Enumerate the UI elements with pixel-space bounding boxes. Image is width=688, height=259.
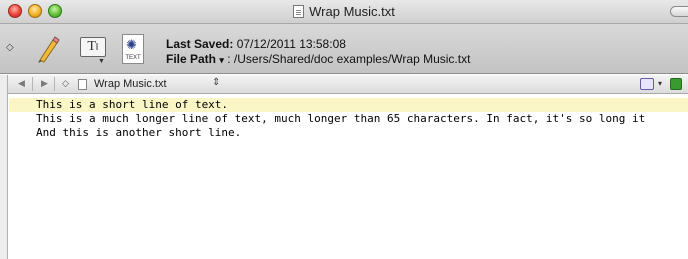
navigation-bar: ◀ ▶ ◇ Wrap Music.txt ⇕ ▾ bbox=[8, 75, 688, 94]
title-bar: Wrap Music.txt bbox=[0, 0, 688, 24]
file-path-row: File Path ▾ : /Users/Shared/doc examples… bbox=[166, 52, 470, 68]
editor-line-3[interactable]: And this is another short line. bbox=[9, 126, 688, 140]
nav-divider bbox=[54, 77, 55, 91]
text-file-icon[interactable]: ✺ TEXT bbox=[122, 34, 144, 64]
nav-file-name[interactable]: Wrap Music.txt bbox=[94, 78, 167, 90]
last-saved-value: 07/12/2011 13:58:08 bbox=[236, 37, 346, 51]
back-button[interactable]: ◀ bbox=[18, 78, 25, 89]
editor-line-1[interactable]: This is a short line of text. bbox=[9, 98, 688, 112]
pencil-icon[interactable] bbox=[34, 34, 60, 64]
toolbar-toggle-button[interactable] bbox=[670, 6, 688, 17]
text-format-glyph: T bbox=[87, 39, 96, 54]
file-path-caret[interactable]: ▾ bbox=[219, 55, 224, 65]
last-saved-row: Last Saved: 07/12/2011 13:58:08 bbox=[166, 37, 470, 52]
document-icon bbox=[293, 5, 305, 18]
text-editor[interactable]: This is a short line of text. This is a … bbox=[9, 94, 688, 259]
nav-divider bbox=[32, 77, 33, 91]
bookmark-dropdown-icon[interactable]: ▾ bbox=[658, 79, 662, 88]
file-path-value: : /Users/Shared/doc examples/Wrap Music.… bbox=[227, 52, 471, 66]
file-meta: Last Saved: 07/12/2011 13:58:08 File Pat… bbox=[166, 37, 470, 68]
left-gutter bbox=[0, 75, 8, 259]
gear-icon: ✺ bbox=[126, 37, 137, 52]
forward-button[interactable]: ▶ bbox=[41, 78, 48, 89]
text-file-label: TEXT bbox=[125, 55, 141, 61]
window-title: Wrap Music.txt bbox=[0, 4, 688, 19]
bookmark-icon[interactable] bbox=[640, 78, 654, 90]
toolbar: ◇ T‖ ▼ ✺ TEXT Last Saved: 07/12/2011 13:… bbox=[0, 24, 688, 74]
toolbar-collapse-icon[interactable]: ◇ bbox=[6, 42, 14, 53]
file-document-icon bbox=[78, 79, 87, 90]
text-format-icon[interactable]: T‖ bbox=[80, 37, 106, 57]
text-format-dropdown-icon[interactable]: ▼ bbox=[98, 58, 105, 65]
file-path-label[interactable]: File Path bbox=[166, 52, 216, 66]
green-square-icon[interactable] bbox=[670, 78, 682, 90]
bookmark-marker-icon[interactable]: ◇ bbox=[62, 78, 69, 89]
file-selector-icon[interactable]: ⇕ bbox=[212, 77, 220, 88]
editor-line-2[interactable]: This is a much longer line of text, much… bbox=[9, 112, 688, 126]
window-title-text: Wrap Music.txt bbox=[309, 4, 395, 19]
last-saved-label: Last Saved: bbox=[166, 37, 234, 51]
